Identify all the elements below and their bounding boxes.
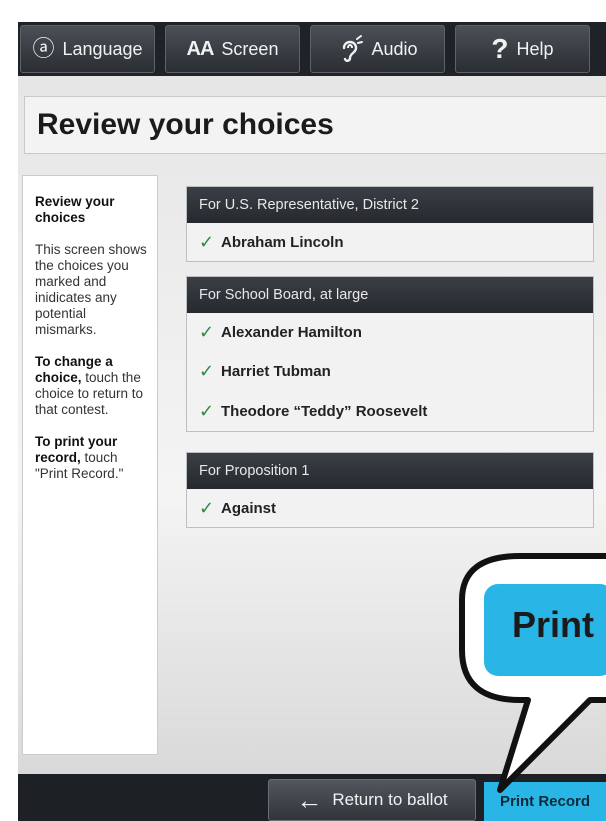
callout-bubble xyxy=(459,553,606,793)
callout-print-text: Print xyxy=(512,604,595,645)
